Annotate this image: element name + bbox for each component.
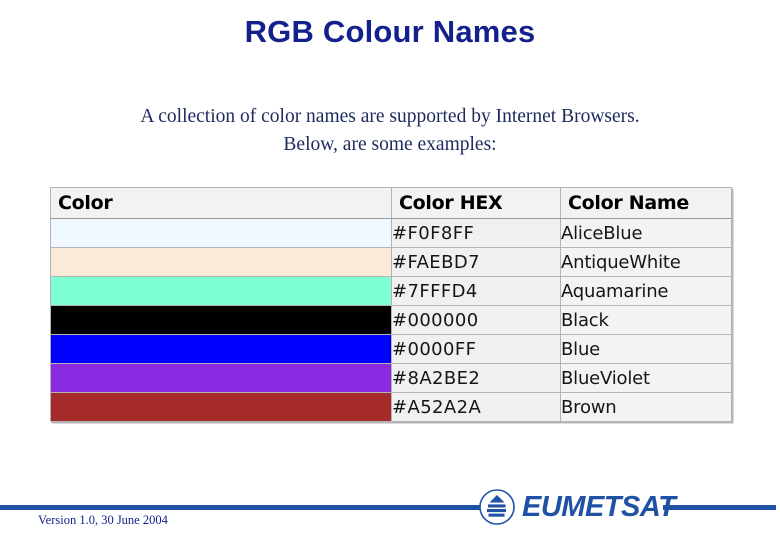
color-name-value: Black — [560, 305, 732, 335]
table-row: #8A2BE2 BlueViolet — [50, 363, 732, 393]
color-swatch-cell — [50, 218, 392, 248]
color-swatch — [51, 277, 391, 305]
color-name-value: BlueViolet — [560, 363, 732, 393]
table-header-row: Color Color HEX Color Name — [50, 187, 732, 219]
color-swatch-cell — [50, 305, 392, 335]
intro-line-1: A collection of color names are supporte… — [140, 106, 640, 127]
column-header-color-hex: Color HEX — [391, 187, 561, 219]
color-swatch-cell — [50, 247, 392, 277]
color-name-value: AliceBlue — [560, 218, 732, 248]
column-header-color: Color — [50, 187, 392, 219]
color-swatch — [51, 364, 391, 392]
table-row: #0000FF Blue — [50, 334, 732, 364]
color-table-container: Color Color HEX Color Name #F0F8FF Alice… — [50, 187, 732, 422]
footer-rule-left — [0, 505, 482, 510]
page-title: RGB Colour Names — [244, 14, 536, 49]
table-row: #7FFFD4 Aquamarine — [50, 276, 732, 306]
color-swatch-cell — [50, 276, 392, 306]
color-name-value: Blue — [560, 334, 732, 364]
color-name-value: Brown — [560, 392, 732, 422]
table-row: #000000 Black — [50, 305, 732, 335]
color-swatch — [51, 335, 391, 363]
intro-line-2: Below, are some examples: — [283, 134, 497, 155]
color-hex-value: #F0F8FF — [391, 218, 561, 248]
color-name-value: Aquamarine — [560, 276, 732, 306]
eumetsat-logo: EUMETSAT — [470, 487, 676, 529]
column-header-color-name: Color Name — [560, 187, 732, 219]
color-swatch — [51, 393, 391, 421]
table-row: #F0F8FF AliceBlue — [50, 218, 732, 248]
color-swatch — [51, 306, 391, 334]
color-swatch-cell — [50, 334, 392, 364]
color-hex-value: #A52A2A — [391, 392, 561, 422]
color-table: Color Color HEX Color Name #F0F8FF Alice… — [50, 187, 732, 422]
color-hex-value: #FAEBD7 — [391, 247, 561, 277]
intro-paragraph: A collection of color names are supporte… — [40, 103, 740, 159]
color-swatch-cell — [50, 392, 392, 422]
table-row: #FAEBD7 AntiqueWhite — [50, 247, 732, 277]
color-swatch-cell — [50, 363, 392, 393]
color-name-value: AntiqueWhite — [560, 247, 732, 277]
table-row: #A52A2A Brown — [50, 392, 732, 422]
eumetsat-wordmark: EUMETSAT — [522, 491, 676, 523]
eumetsat-globe-icon — [478, 488, 516, 526]
color-swatch — [51, 219, 391, 247]
color-hex-value: #8A2BE2 — [391, 363, 561, 393]
color-hex-value: #000000 — [391, 305, 561, 335]
color-hex-value: #7FFFD4 — [391, 276, 561, 306]
color-swatch — [51, 248, 391, 276]
table-body: #F0F8FF AliceBlue #FAEBD7 AntiqueWhite #… — [50, 218, 732, 422]
footer-rule-right — [663, 505, 776, 510]
color-hex-value: #0000FF — [391, 334, 561, 364]
version-label: Version 1.0, 30 June 2004 — [38, 513, 168, 527]
